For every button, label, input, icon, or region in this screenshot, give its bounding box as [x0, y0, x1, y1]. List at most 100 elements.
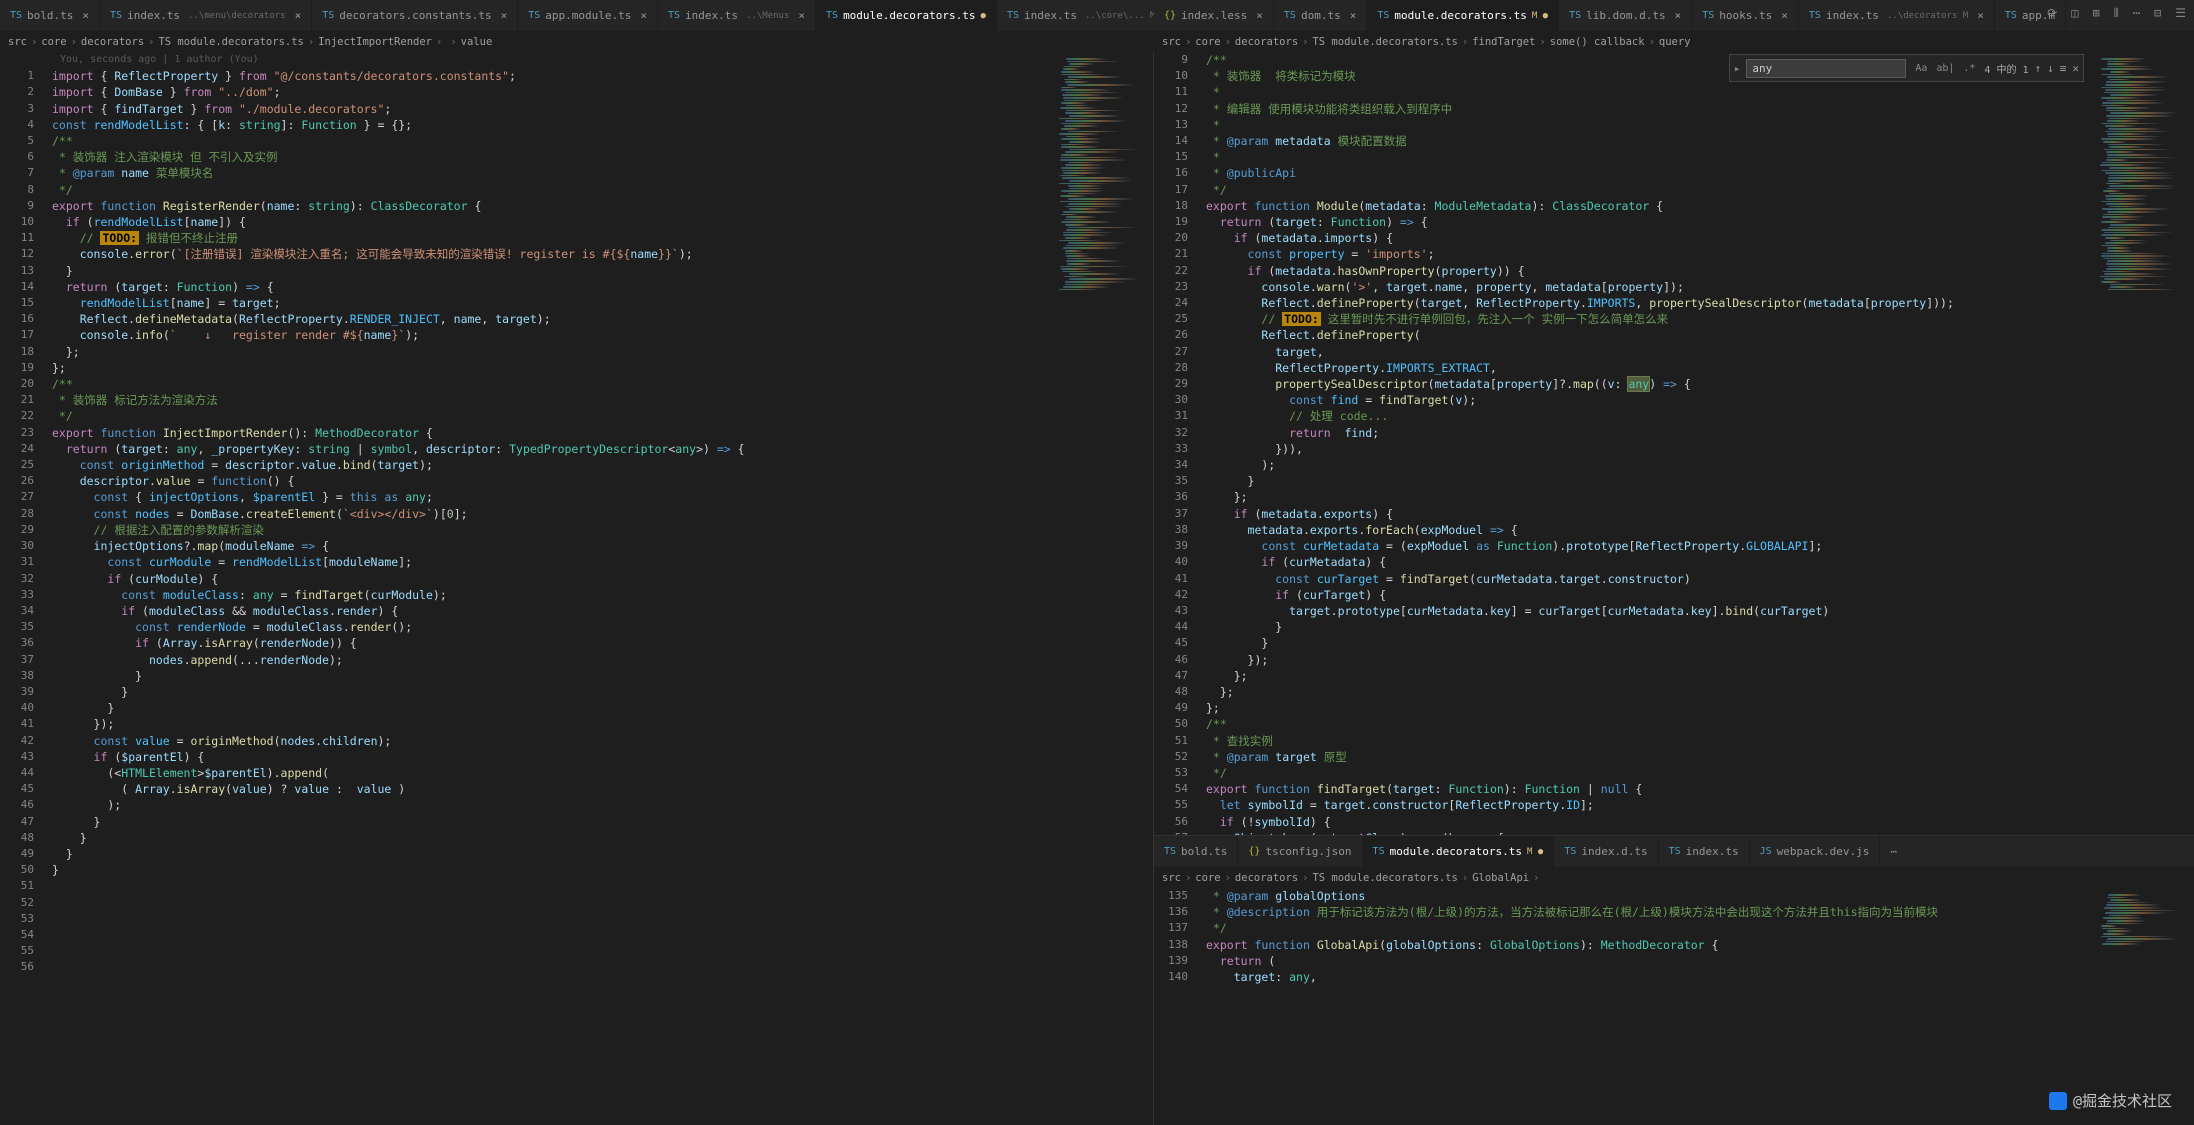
code-line[interactable]: metadata.exports.forEach(expModuel => {	[1206, 522, 2094, 538]
close-icon[interactable]: ×	[1675, 9, 1682, 22]
crumb[interactable]: decorators	[81, 36, 144, 48]
code-line[interactable]: export function findTarget(target: Funct…	[1206, 781, 2094, 797]
code-line[interactable]: if (metadata.imports) {	[1206, 230, 2094, 246]
close-icon[interactable]: ×	[1781, 9, 1788, 22]
code-area[interactable]: /** * 装饰器 将类标记为模块 * * 编辑器 使用模块功能将类组织载入到程…	[1202, 52, 2094, 835]
code-line[interactable]: const curModule = rendModelList[moduleNa…	[52, 554, 1053, 570]
code-line[interactable]: export function InjectImportRender(): Me…	[52, 425, 1053, 441]
code-line[interactable]: /**	[52, 376, 1053, 392]
crumb[interactable]: decorators	[1235, 36, 1298, 48]
code-line[interactable]: export function RegisterRender(name: str…	[52, 198, 1053, 214]
code-line[interactable]: };	[1206, 668, 2094, 684]
code-line[interactable]: if (metadata.exports) {	[1206, 506, 2094, 522]
more-icon[interactable]: ⋯	[2133, 6, 2140, 21]
tab-lib-dom-d-ts[interactable]: TSlib.dom.d.ts×	[1559, 0, 1692, 32]
code-line[interactable]: }	[52, 263, 1053, 279]
code-line[interactable]: import { DomBase } from "../dom";	[52, 84, 1053, 100]
crumb[interactable]: query	[1659, 36, 1691, 48]
tab-webpack-dev-js[interactable]: JSwebpack.dev.js	[1750, 836, 1881, 868]
tab-module-decorators-ts[interactable]: TSmodule.decorators.tsM ●	[1367, 0, 1559, 32]
find-regex-icon[interactable]: .*	[1960, 59, 1978, 77]
code-line[interactable]: if (rendModelList[name]) {	[52, 214, 1053, 230]
code-line[interactable]: Object.keys(extractClass).some(key => {	[1206, 830, 2094, 835]
tab-module-decorators-ts[interactable]: TSmodule.decorators.tsM ●	[1363, 836, 1555, 868]
layout-icon[interactable]: ⊞	[2092, 6, 2099, 21]
code-line[interactable]: if (curMetadata) {	[1206, 554, 2094, 570]
code-line[interactable]: rendModelList[name] = target;	[52, 295, 1053, 311]
breadcrumb-right[interactable]: src›core›decorators›TS module.decorators…	[1154, 32, 2194, 52]
code-line[interactable]: *	[1206, 117, 2094, 133]
tab-hooks-ts[interactable]: TShooks.ts×	[1692, 0, 1799, 32]
code-line[interactable]: * @publicApi	[1206, 165, 2094, 181]
code-line[interactable]: console.info(` ↓ register render #${name…	[52, 327, 1053, 343]
tab-tsconfig-json[interactable]: {}tsconfig.json	[1238, 836, 1362, 868]
crumb[interactable]: core	[1195, 36, 1220, 48]
code-line[interactable]: if (!symbolId) {	[1206, 814, 2094, 830]
code-line[interactable]: // 处理 code...	[1206, 408, 2094, 424]
crumb[interactable]: value	[461, 36, 493, 48]
code-line[interactable]: }	[52, 668, 1053, 684]
code-line[interactable]: };	[1206, 700, 2094, 716]
code-line[interactable]: return (target: any, _propertyKey: strin…	[52, 441, 1053, 457]
code-line[interactable]: const rendModelList: { [k: string]: Func…	[52, 117, 1053, 133]
code-area[interactable]: You, seconds ago | 1 author (You)import …	[48, 52, 1053, 1125]
code-line[interactable]: import { ReflectProperty } from "@/const…	[52, 68, 1053, 84]
code-line[interactable]: console.error(`[注册错误] 渲染模块注入重名; 这可能会导致未知…	[52, 246, 1053, 262]
crumb[interactable]: TS module.decorators.ts	[1312, 36, 1457, 48]
code-line[interactable]: Reflect.defineProperty(target, ReflectPr…	[1206, 295, 2094, 311]
find-case-icon[interactable]: Aa	[1912, 59, 1930, 77]
run-icon[interactable]: ⟳	[2047, 6, 2057, 21]
code-line[interactable]: return (target: Function) => {	[52, 279, 1053, 295]
code-line[interactable]: };	[52, 360, 1053, 376]
crumb[interactable]: src	[1162, 36, 1181, 48]
tab-bold-ts[interactable]: TSbold.ts×	[0, 0, 100, 32]
find-filter-icon[interactable]: ≡	[2060, 62, 2067, 75]
close-icon[interactable]: ×	[82, 9, 89, 22]
tab-index-ts[interactable]: TSindex.ts	[1659, 836, 1750, 868]
tab-index-ts[interactable]: TSindex.ts..\menu\decorators×	[100, 0, 312, 32]
code-line[interactable]: * @param name 菜单模块名	[52, 165, 1053, 181]
code-line[interactable]: */	[52, 182, 1053, 198]
code-line[interactable]: const value = originMethod(nodes.childre…	[52, 733, 1053, 749]
code-line[interactable]: });	[1206, 652, 2094, 668]
code-line[interactable]: }	[1206, 635, 2094, 651]
code-line[interactable]: let symbolId = target.constructor[Reflec…	[1206, 797, 2094, 813]
code-line[interactable]: })),	[1206, 441, 2094, 457]
menu-icon[interactable]: ☰	[2175, 6, 2186, 21]
code-line[interactable]: return (	[1206, 953, 2094, 969]
code-line[interactable]: const renderNode = moduleClass.render();	[52, 619, 1053, 635]
crumb[interactable]: core	[41, 36, 66, 48]
code-line[interactable]: }	[52, 700, 1053, 716]
code-line[interactable]: const curTarget = findTarget(curMetadata…	[1206, 571, 2094, 587]
close-icon[interactable]: ×	[1256, 9, 1263, 22]
collapse-icon[interactable]: ⊟	[2154, 6, 2161, 21]
crumb[interactable]: InjectImportRender	[318, 36, 432, 48]
code-line[interactable]: if (curTarget) {	[1206, 587, 2094, 603]
code-line[interactable]: * @description 用于标记该方法为(根/上级)的方法，当方法被标记那…	[1206, 904, 2094, 920]
find-prev-icon[interactable]: ↑	[2035, 62, 2042, 75]
crumb[interactable]: decorators	[1235, 872, 1298, 884]
code-line[interactable]: const nodes = DomBase.createElement(`<di…	[52, 506, 1053, 522]
code-line[interactable]: descriptor.value = function() {	[52, 473, 1053, 489]
code-line[interactable]: * @param target 原型	[1206, 749, 2094, 765]
code-line[interactable]: if (metadata.hasOwnProperty(property)) {	[1206, 263, 2094, 279]
find-toggle-icon[interactable]: ▸	[1734, 62, 1741, 75]
code-line[interactable]: *	[1206, 84, 2094, 100]
code-line[interactable]: if (Array.isArray(renderNode)) {	[52, 635, 1053, 651]
tab-index-less[interactable]: {}index.less×	[1154, 0, 1274, 32]
code-line[interactable]: */	[1206, 920, 2094, 936]
breadcrumb-bottom[interactable]: src›core›decorators›TS module.decorators…	[1154, 868, 2194, 888]
code-line[interactable]: return (target: Function) => {	[1206, 214, 2094, 230]
code-line[interactable]: ( Array.isArray(value) ? value : value )	[52, 781, 1053, 797]
crumb[interactable]: src	[8, 36, 27, 48]
code-line[interactable]: const curMetadata = (expModuel as Functi…	[1206, 538, 2094, 554]
tab-index-ts[interactable]: TSindex.ts..\decorators M×	[1799, 0, 1995, 32]
code-line[interactable]: });	[52, 716, 1053, 732]
tabs-overflow-icon[interactable]: ⋯	[1880, 845, 1907, 858]
code-line[interactable]: }	[52, 862, 1053, 878]
close-icon[interactable]: ×	[501, 9, 508, 22]
minimap[interactable]	[1053, 52, 1153, 1125]
code-line[interactable]: injectOptions?.map(moduleName => {	[52, 538, 1053, 554]
breadcrumb-left[interactable]: src›core›decorators›TS module.decorators…	[0, 32, 1154, 52]
crumb[interactable]: some() callback	[1550, 36, 1645, 48]
